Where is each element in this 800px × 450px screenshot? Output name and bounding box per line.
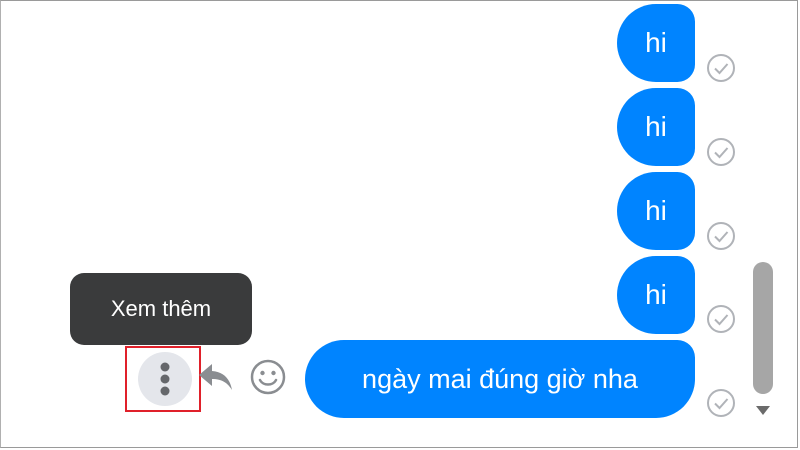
scroll-down-arrow[interactable] [756, 406, 770, 415]
check-circle-icon [707, 389, 735, 417]
message-bubble[interactable]: hi [617, 88, 695, 166]
check-circle-icon [707, 222, 735, 250]
message-bubble[interactable]: ngày mai đúng giờ nha [305, 340, 695, 418]
smiley-icon[interactable] [249, 358, 287, 396]
check-circle-icon [707, 138, 735, 166]
message-text: hi [645, 27, 667, 58]
highlight-box [125, 346, 201, 412]
message-text: hi [645, 195, 667, 226]
message-text: ngày mai đúng giờ nha [362, 363, 638, 394]
message-bubble[interactable]: hi [617, 172, 695, 250]
reply-arrow-icon[interactable] [196, 360, 236, 394]
message-bubble[interactable]: hi [617, 4, 695, 82]
message-text: hi [645, 279, 667, 310]
message-text: hi [645, 111, 667, 142]
more-tooltip: Xem thêm [70, 273, 252, 345]
message-bubble[interactable]: hi [617, 256, 695, 334]
check-circle-icon [707, 305, 735, 333]
scrollbar-thumb[interactable] [753, 262, 773, 394]
tooltip-text: Xem thêm [110, 296, 212, 321]
check-circle-icon [707, 54, 735, 82]
